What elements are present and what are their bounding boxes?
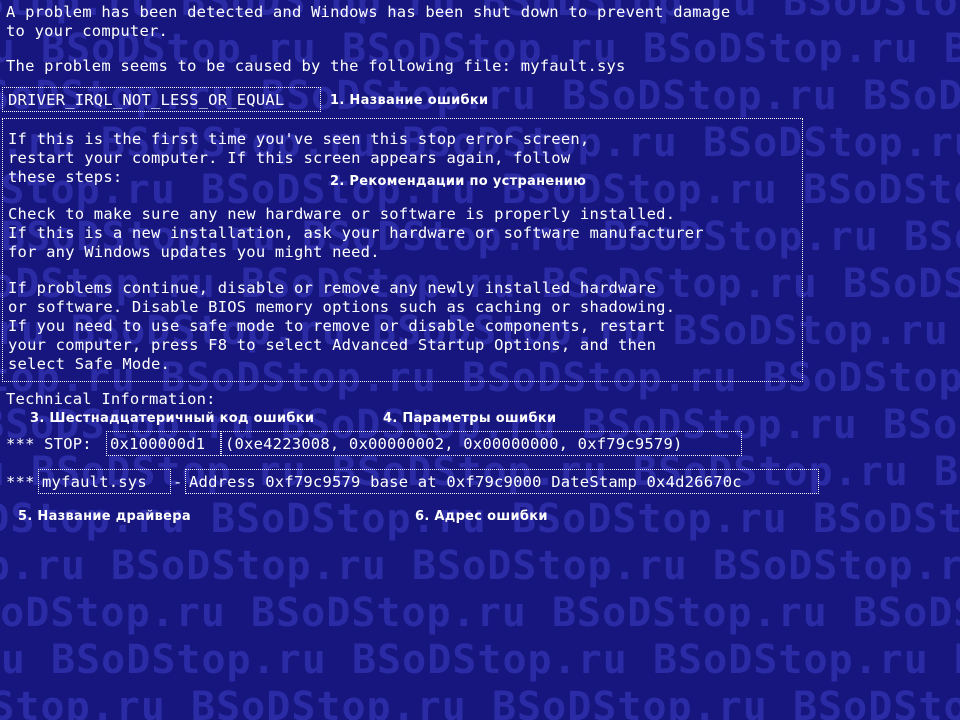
steps-line-5: or software. Disable BIOS memory options… (8, 298, 676, 316)
annotation-label-6: 6. Адрес ошибки (415, 509, 548, 524)
cause-line: The problem seems to be caused by the fo… (6, 57, 626, 75)
steps-line-4: If problems continue, disable or remove … (8, 279, 657, 297)
steps-line-2: If this is a new installation, ask your … (8, 224, 704, 242)
annotation-label-4: 4. Параметры ошибки (383, 411, 557, 426)
advice-line-1: If this is the first time you've seen th… (8, 130, 590, 148)
stop-prefix: *** STOP: (6, 435, 92, 453)
steps-line-3: for any Windows updates you might need. (8, 243, 380, 261)
intro-line-2: to your computer. (6, 22, 169, 40)
steps-line-1: Check to make sure any new hardware or s… (8, 205, 676, 223)
annotation-label-3: 3. Шестнадцатеричный код ошибки (30, 411, 315, 426)
advice-line-3: these steps: (8, 168, 123, 186)
bsod-screen: BSoDStop.ru BSoDStop.ru BSoDStop.ru BSoD… (0, 0, 960, 720)
steps-line-7: your computer, press F8 to select Advanc… (8, 336, 657, 354)
driver-dash: - (173, 473, 183, 491)
stop-parameters: (0xe4223008, 0x00000002, 0x00000000, 0xf… (225, 435, 683, 453)
steps-line-6: If you need to use safe mode to remove o… (8, 317, 666, 335)
stop-code: 0x100000d1 (110, 435, 206, 453)
driver-address-info: Address 0xf79c9579 base at 0xf79c9000 Da… (189, 473, 742, 491)
annotation-label-2: 2. Рекомендации по устранению (330, 174, 587, 189)
annotation-label-5: 5. Название драйвера (18, 509, 191, 524)
technical-header: Technical Information: (6, 390, 216, 408)
intro-line-1: A problem has been detected and Windows … (6, 3, 731, 21)
advice-line-2: restart your computer. If this screen ap… (8, 149, 571, 167)
error-name: DRIVER_IRQL_NOT_LESS_OR_EQUAL (8, 91, 285, 109)
driver-prefix: *** (6, 473, 35, 491)
steps-line-8: select Safe Mode. (8, 355, 171, 373)
annotation-label-1: 1. Название ошибки (330, 93, 489, 108)
driver-name: myfault.sys (42, 473, 147, 491)
